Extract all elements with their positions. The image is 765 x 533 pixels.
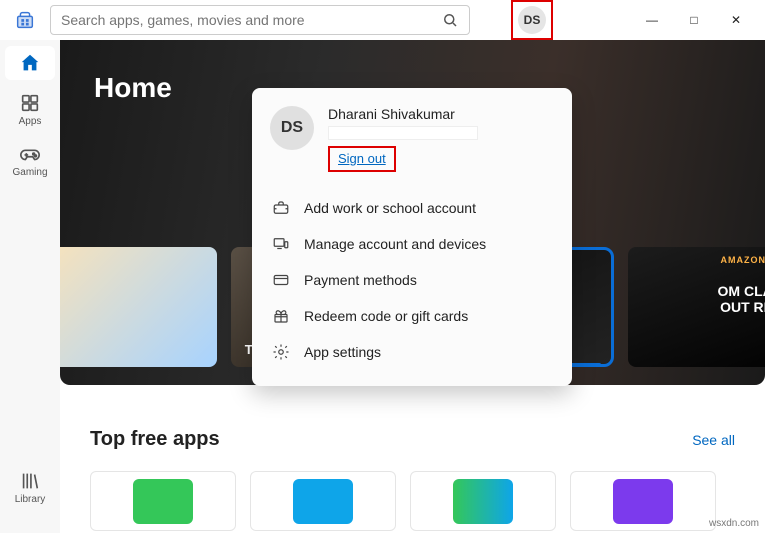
briefcase-icon [272,199,290,217]
user-name: Dharani Shivakumar [328,106,478,122]
maximize-button[interactable]: □ [673,0,715,40]
nav-apps[interactable]: Apps [5,86,55,131]
popup-menu: Add work or school account Manage accoun… [252,184,572,376]
profile-button[interactable]: DS [518,6,546,34]
popup-avatar: DS [270,106,314,150]
library-icon [19,470,41,492]
app-card[interactable] [410,471,556,531]
app-card[interactable] [570,471,716,531]
app-card[interactable] [250,471,396,531]
nav-gaming[interactable]: Gaming [5,137,55,182]
gift-icon [272,307,290,325]
menu-label: Payment methods [304,272,417,288]
gear-icon [272,343,290,361]
app-card[interactable] [90,471,236,531]
minimize-button[interactable]: — [631,0,673,40]
card-icon [272,271,290,289]
menu-label: Manage account and devices [304,236,486,252]
nav-label: Gaming [12,167,47,178]
nav-home[interactable] [5,46,55,80]
window-controls: — □ ✕ [631,0,757,40]
watermark: wsxdn.com [709,518,759,529]
see-all-link[interactable]: See all [692,432,735,448]
gaming-icon [19,143,41,165]
account-popup: DS Dharani Shivakumar Sign out Add work … [252,88,572,386]
menu-redeem[interactable]: Redeem code or gift cards [252,298,572,334]
page-title: Home [94,72,172,104]
menu-settings[interactable]: App settings [252,334,572,370]
hero-card[interactable] [60,247,217,367]
sign-out-link[interactable]: Sign out [338,151,386,166]
menu-add-work-account[interactable]: Add work or school account [252,190,572,226]
section-title: Top free apps [90,428,220,451]
menu-label: Redeem code or gift cards [304,308,468,324]
apps-icon [19,92,41,114]
menu-payment[interactable]: Payment methods [252,262,572,298]
devices-icon [272,235,290,253]
titlebar: DS — □ ✕ [0,0,765,40]
nav-library[interactable]: Library [5,464,55,509]
nav-label: Apps [19,116,42,127]
nav-label: Library [15,494,46,505]
hero-card[interactable]: AMAZON ORIGINA OM CLANCY'S OUT REMORS [628,247,765,367]
signout-highlight: Sign out [328,146,396,172]
close-button[interactable]: ✕ [715,0,757,40]
top-free-apps-section: Top free apps See all [90,428,735,531]
app-row [90,471,735,531]
profile-button-highlight: DS [514,3,550,37]
search-box[interactable] [50,5,470,35]
search-input[interactable] [61,12,441,28]
menu-manage-account[interactable]: Manage account and devices [252,226,572,262]
user-email-redacted [328,126,478,140]
menu-label: App settings [304,344,381,360]
menu-label: Add work or school account [304,200,476,216]
popup-header: DS Dharani Shivakumar Sign out [252,102,572,184]
store-icon [14,9,36,31]
search-icon[interactable] [441,11,459,29]
sidebar: Apps Gaming Library [0,40,60,533]
hero-tag: AMAZON ORIGINA [720,255,765,265]
home-icon [19,52,41,74]
